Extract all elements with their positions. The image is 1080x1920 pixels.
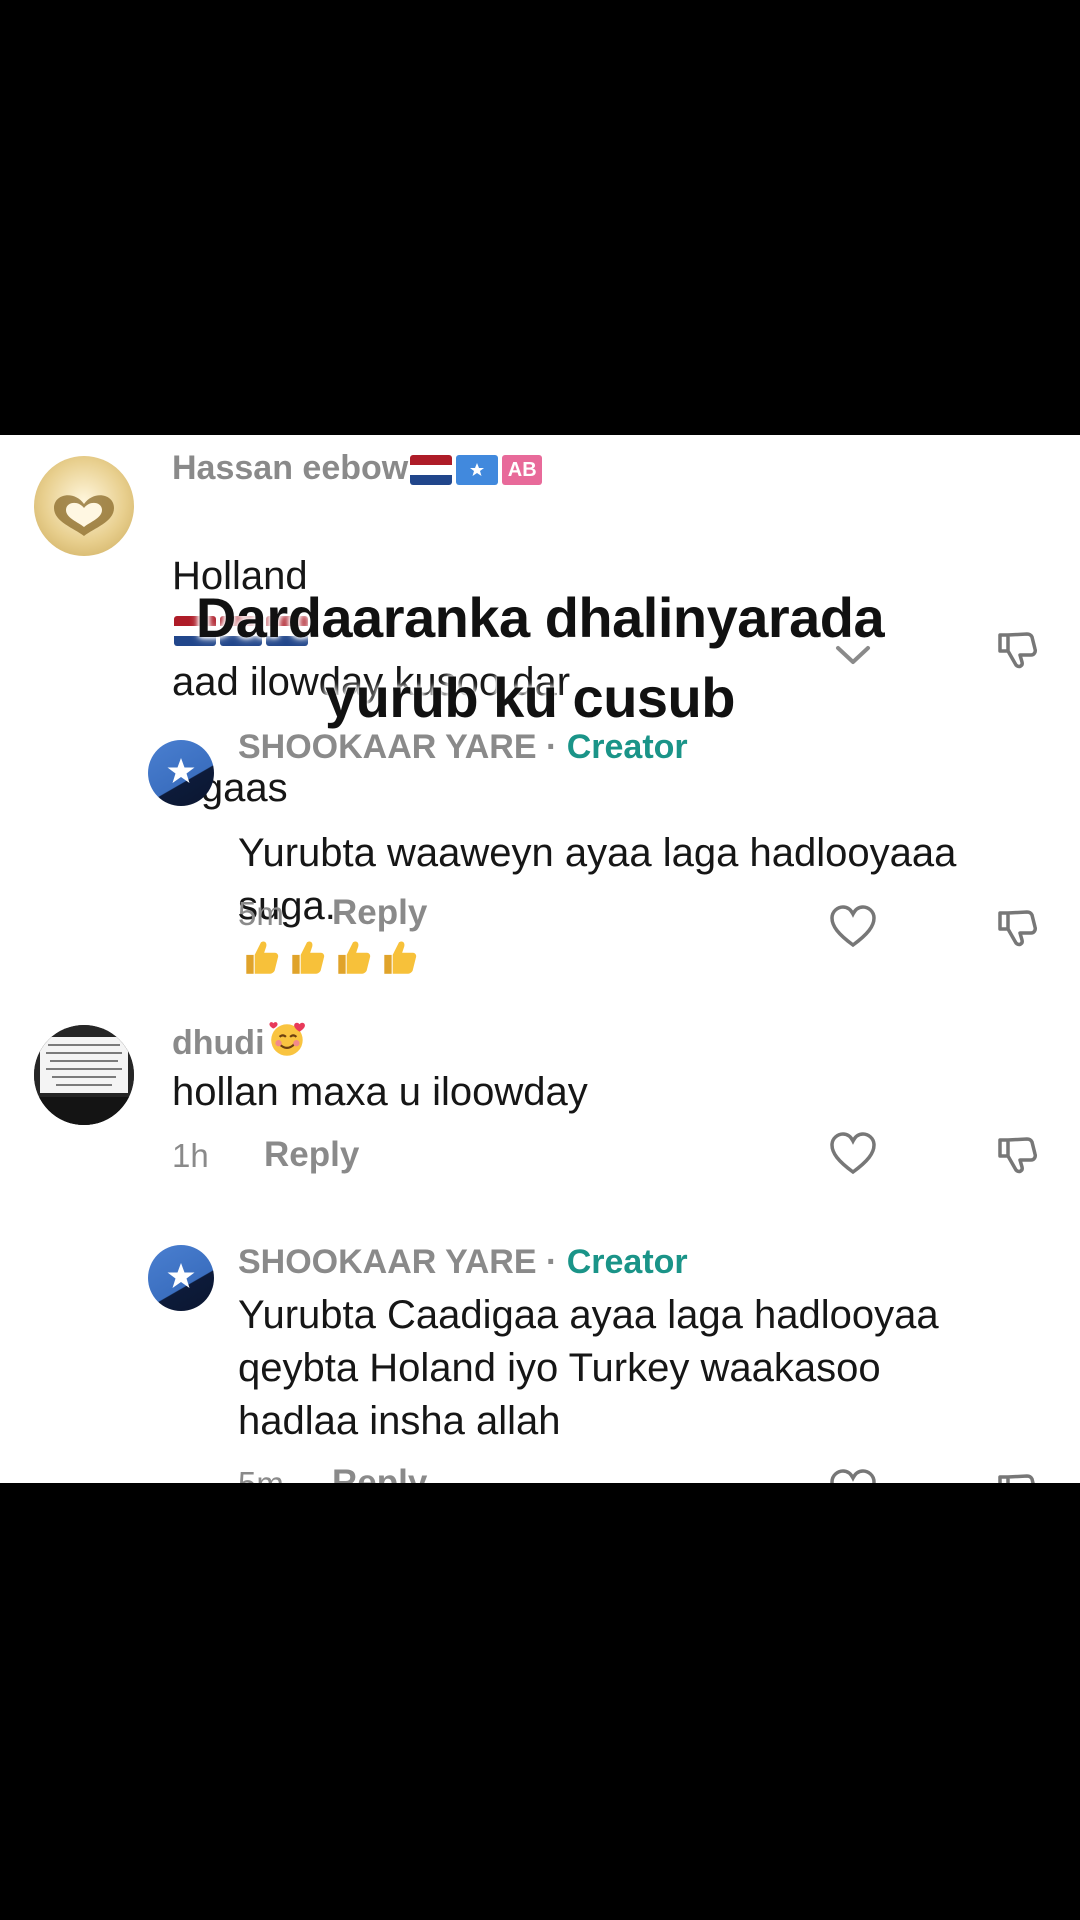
caption-line-1: Dardaaranka dhalinyarada <box>195 586 885 649</box>
dislike-icon[interactable] <box>992 903 1042 953</box>
reply-button[interactable]: Reply <box>332 893 427 933</box>
comment-text: Yurubta Caadigaa ayaa laga hadlooyaa qey… <box>238 1293 939 1443</box>
smiling-face-with-hearts-icon <box>267 1018 309 1060</box>
username-separator: · <box>536 728 567 766</box>
thumbs-up-icon <box>286 936 328 978</box>
comment-username[interactable]: dhudi <box>172 1018 311 1063</box>
ab-button-icon: AB <box>502 455 543 486</box>
dislike-icon[interactable] <box>992 1467 1042 1483</box>
username-text: Hassan eebow <box>172 449 409 487</box>
comment-item: SHOOKAAR YARE · Creator Yurubta waaweyn … <box>0 720 1080 974</box>
creator-badge: Creator <box>566 1243 688 1281</box>
avatar[interactable] <box>34 1025 134 1125</box>
avatar[interactable] <box>34 456 134 556</box>
username-text: SHOOKAAR YARE <box>238 728 537 766</box>
caption-line-2: yurub ku cusub <box>325 666 735 729</box>
avatar[interactable] <box>148 740 214 806</box>
heart-icon[interactable] <box>828 903 878 953</box>
star-icon <box>167 1263 195 1288</box>
comment-username[interactable]: Hassan eebow AB <box>172 449 544 488</box>
somalia-flag-icon <box>456 455 499 486</box>
comment-username[interactable]: SHOOKAAR YARE · Creator <box>238 1243 688 1282</box>
netherlands-flag-icon <box>410 455 453 486</box>
heart-icon[interactable] <box>828 1467 878 1483</box>
reply-button[interactable]: Reply <box>264 1135 359 1175</box>
thumbs-up-icon <box>240 936 282 978</box>
comments-panel: Hassan eebow AB Holland aad ilowday kusoo… <box>0 435 1080 1483</box>
reply-button[interactable]: Reply <box>332 1463 427 1483</box>
comment-item: SHOOKAAR YARE · Creator Yurubta Caadigaa… <box>0 1225 1080 1483</box>
comment-text: hollan maxa u iloowday <box>172 1070 588 1114</box>
avatar[interactable] <box>148 1245 214 1311</box>
comment-username[interactable]: SHOOKAAR YARE · Creator <box>238 728 688 767</box>
username-separator: · <box>536 1243 567 1281</box>
quote-image-icon <box>34 1025 134 1125</box>
heart-hands-icon <box>54 495 114 536</box>
thumbs-up-icon <box>332 936 374 978</box>
comment-text: Yurubta waaweyn ayaa laga hadlooyaaa sug… <box>238 774 1058 986</box>
comment-time: 5m <box>238 1465 284 1483</box>
star-icon <box>167 758 195 783</box>
creator-badge: Creator <box>566 728 688 766</box>
thumbs-up-icon <box>378 936 420 978</box>
comment-time: 1h <box>172 1137 209 1174</box>
dislike-icon[interactable] <box>992 1130 1042 1180</box>
username-text: dhudi <box>172 1024 265 1062</box>
heart-icon[interactable] <box>828 1130 878 1180</box>
comment-item: dhudi hollan maxa u iloowday 1h Reply <box>0 1010 1080 1240</box>
comment-time: 5m <box>238 895 284 932</box>
username-text: SHOOKAAR YARE <box>238 1243 537 1281</box>
